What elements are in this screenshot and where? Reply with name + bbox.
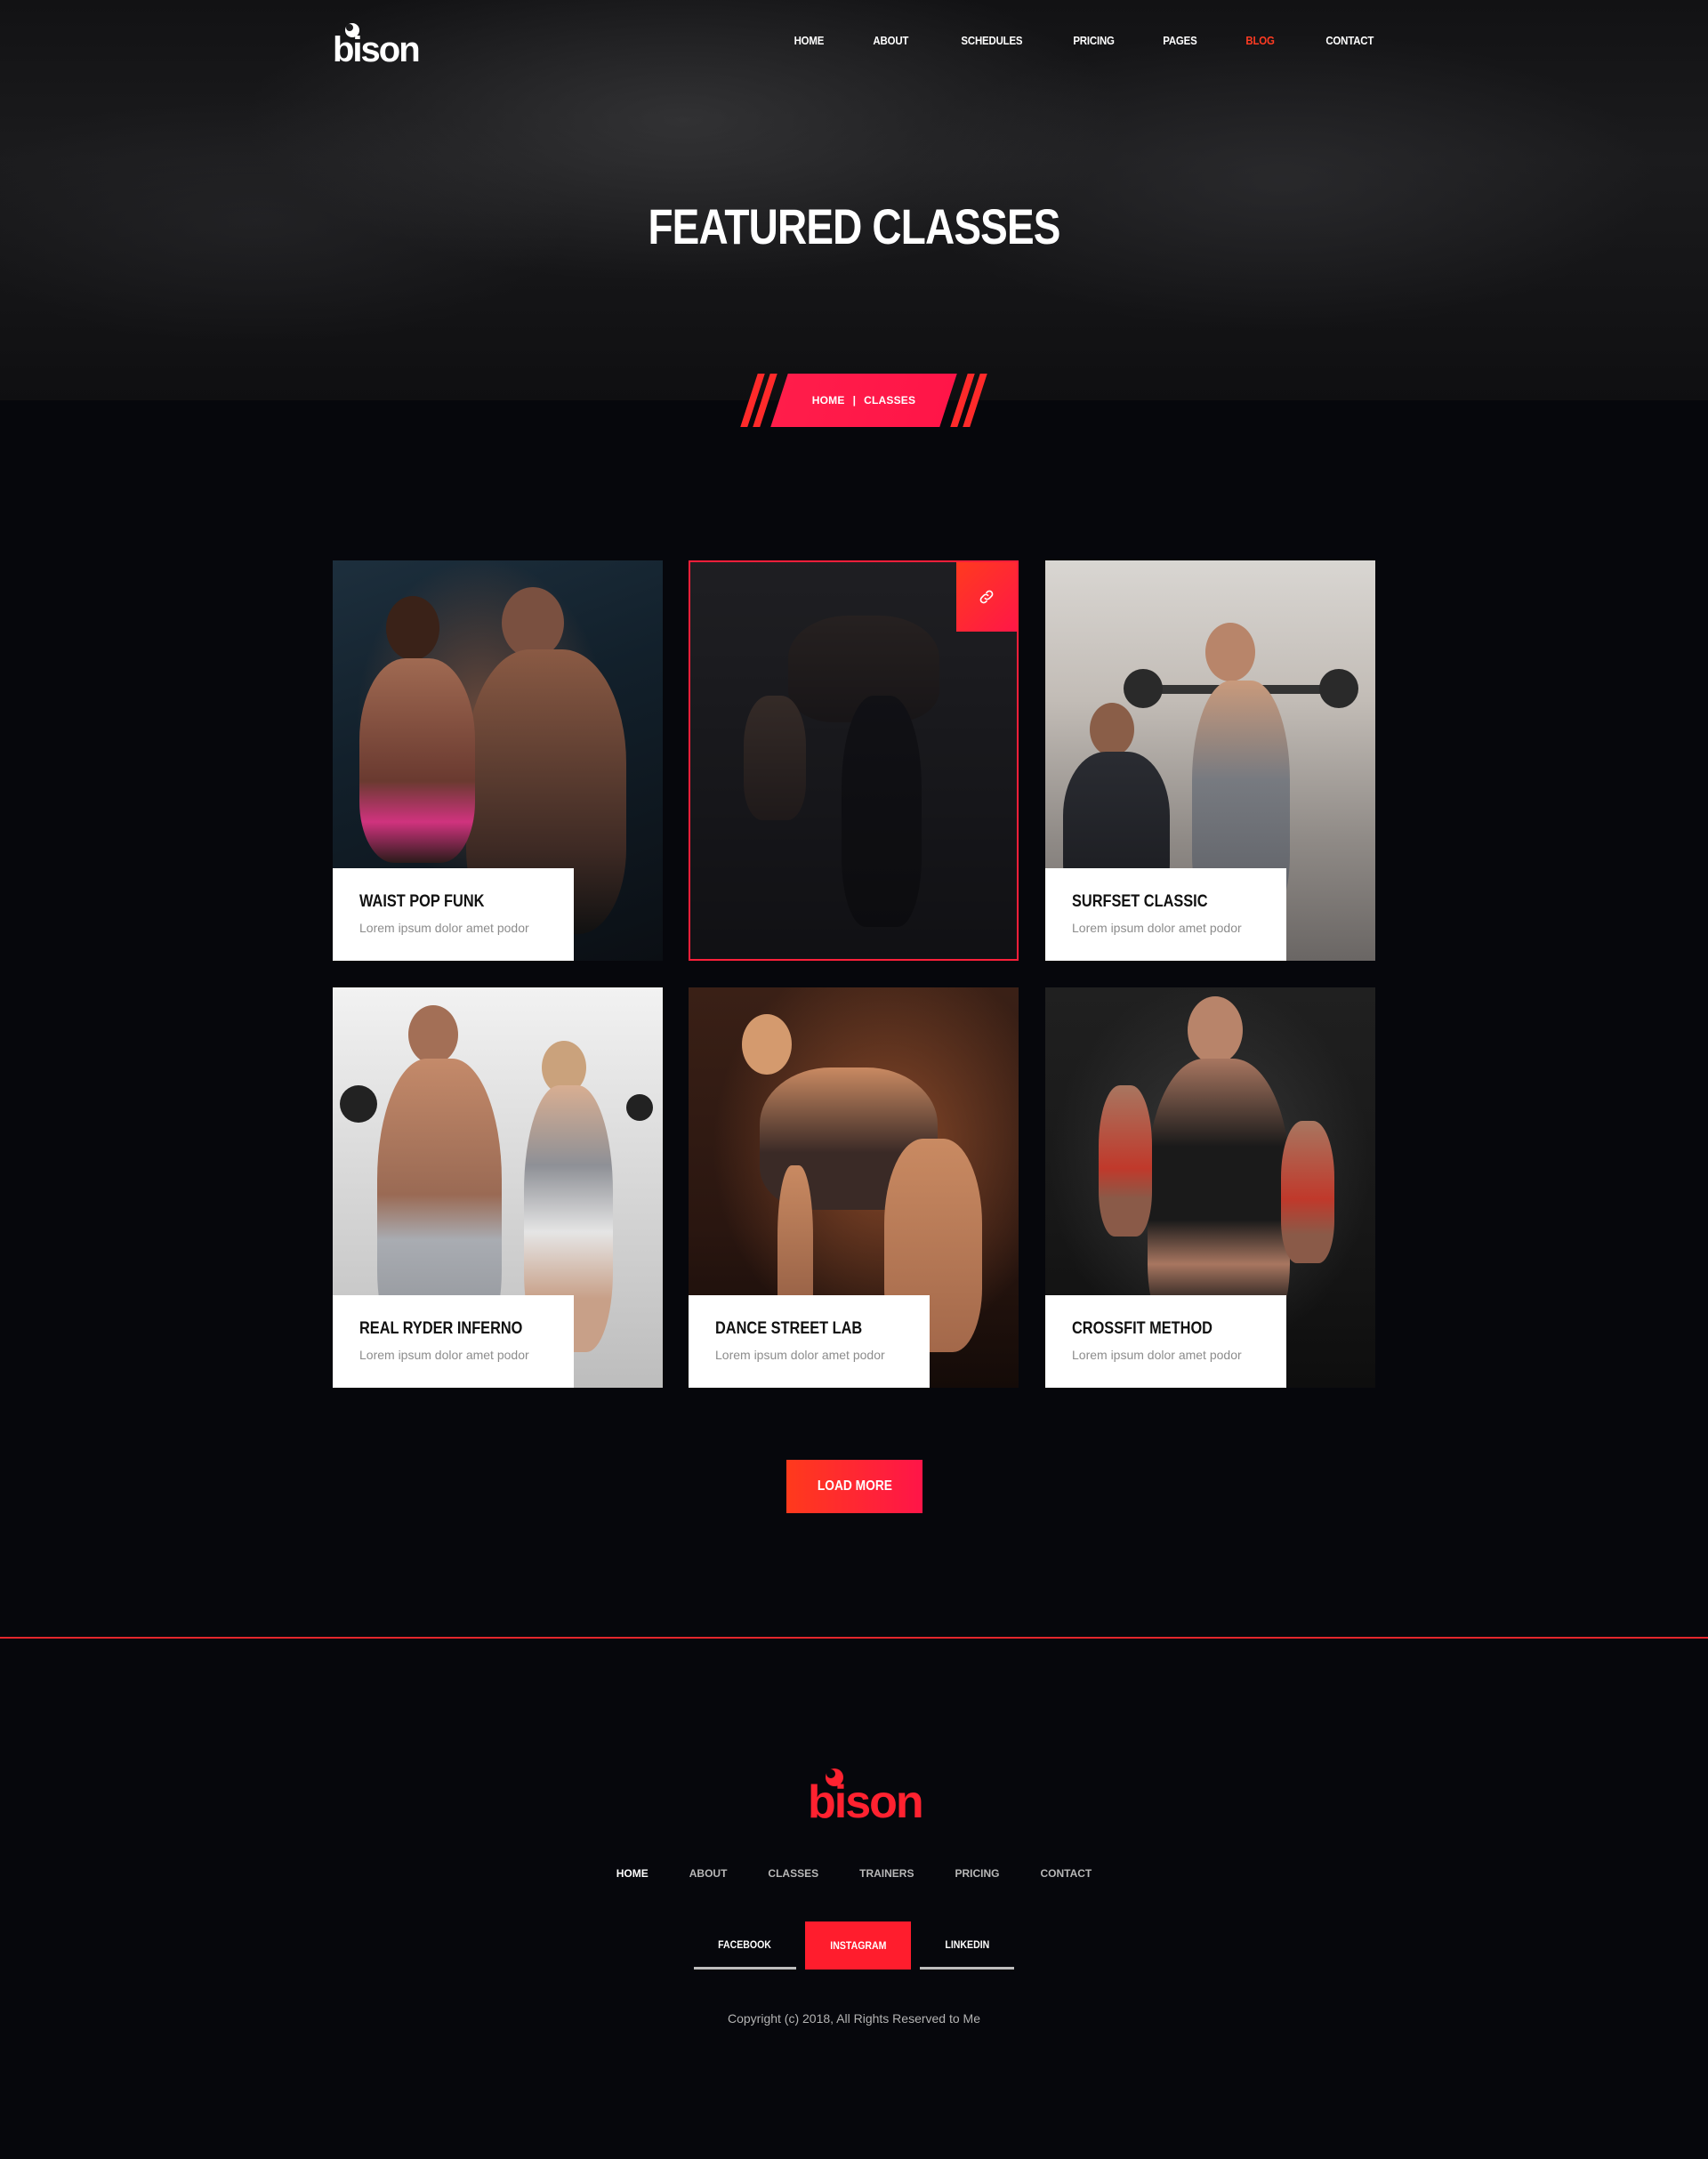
class-card[interactable]: CROSSFIT METHOD Lorem ipsum dolor amet p…: [1045, 987, 1375, 1388]
logo-mark-icon: [345, 23, 359, 37]
breadcrumb-separator: |: [852, 394, 857, 407]
breadcrumb-current: CLASSES: [864, 394, 916, 407]
class-title: DANCE STREET LAB: [715, 1319, 863, 1338]
instagram-label: INSTAGRAM: [829, 1939, 887, 1952]
load-more-button[interactable]: LOAD MORE: [786, 1460, 922, 1513]
breadcrumb-text: HOME | CLASSES: [745, 374, 982, 427]
classes-grid: WAIST POP FUNK Lorem ipsum dolor amet po…: [333, 560, 1375, 1388]
breadcrumb-home-link[interactable]: HOME: [812, 394, 845, 407]
class-card[interactable]: REAL RYDER INFERNO Lorem ipsum dolor ame…: [333, 987, 663, 1388]
class-info: CROSSFIT METHOD Lorem ipsum dolor amet p…: [1045, 1295, 1286, 1388]
nav-about[interactable]: ABOUT: [874, 34, 909, 47]
class-title: CROSSFIT METHOD: [1072, 1319, 1213, 1338]
class-info: DANCE STREET LAB Lorem ipsum dolor amet …: [689, 1295, 930, 1388]
hero-banner: bison HOME ABOUT SCHEDULES PRICING PAGES…: [0, 0, 1708, 400]
footer-nav-trainers[interactable]: TRAINERS: [859, 1867, 914, 1880]
nav-pricing[interactable]: PRICING: [1073, 34, 1115, 47]
footer-nav: HOME ABOUT CLASSES TRAINERS PRICING CONT…: [0, 1867, 1708, 1880]
class-title: WAIST POP FUNK: [359, 892, 485, 911]
logo-mark-icon: [826, 1768, 843, 1786]
class-card[interactable]: SURFSET CLASSIC Lorem ipsum dolor amet p…: [1045, 560, 1375, 961]
facebook-link[interactable]: FACEBOOK: [694, 1921, 796, 1970]
class-card-active[interactable]: [689, 560, 1019, 961]
footer-logo[interactable]: bison: [808, 1768, 924, 1833]
nav-pages[interactable]: PAGES: [1164, 34, 1198, 47]
link-icon[interactable]: [956, 562, 1017, 632]
class-description: Lorem ipsum dolor amet podor: [359, 1348, 529, 1362]
main-nav: HOME ABOUT SCHEDULES PRICING PAGES BLOG …: [745, 34, 1374, 47]
class-card[interactable]: DANCE STREET LAB Lorem ipsum dolor amet …: [689, 987, 1019, 1388]
class-description: Lorem ipsum dolor amet podor: [359, 921, 529, 935]
footer-nav-classes[interactable]: CLASSES: [768, 1867, 818, 1880]
footer-nav-about[interactable]: ABOUT: [689, 1867, 728, 1880]
class-description: Lorem ipsum dolor amet podor: [1072, 921, 1242, 935]
class-title: SURFSET CLASSIC: [1072, 892, 1208, 911]
page-title: FEATURED CLASSES: [648, 198, 1060, 254]
breadcrumb: HOME | CLASSES: [740, 374, 987, 427]
class-description: Lorem ipsum dolor amet podor: [715, 1348, 885, 1362]
footer-divider: [0, 1637, 1708, 1639]
linkedin-link[interactable]: LINKEDIN: [920, 1921, 1014, 1970]
load-more-label: LOAD MORE: [817, 1478, 892, 1494]
class-title: REAL RYDER INFERNO: [359, 1319, 523, 1338]
class-info: REAL RYDER INFERNO Lorem ipsum dolor ame…: [333, 1295, 574, 1388]
class-card[interactable]: WAIST POP FUNK Lorem ipsum dolor amet po…: [333, 560, 663, 961]
nav-blog[interactable]: BLOG: [1245, 34, 1275, 47]
class-info: WAIST POP FUNK Lorem ipsum dolor amet po…: [333, 868, 574, 961]
footer-nav-pricing[interactable]: PRICING: [955, 1867, 999, 1880]
logo-text: bison: [808, 1776, 924, 1828]
social-links: FACEBOOK INSTAGRAM LINKEDIN: [694, 1921, 1014, 1971]
nav-contact[interactable]: CONTACT: [1325, 34, 1374, 47]
footer-nav-home[interactable]: HOME: [616, 1867, 649, 1880]
class-info: SURFSET CLASSIC Lorem ipsum dolor amet p…: [1045, 868, 1286, 961]
nav-schedules[interactable]: SCHEDULES: [962, 34, 1023, 47]
footer-nav-contact[interactable]: CONTACT: [1040, 1867, 1092, 1880]
header-logo[interactable]: bison: [333, 23, 421, 69]
class-description: Lorem ipsum dolor amet podor: [1072, 1348, 1242, 1362]
instagram-link[interactable]: INSTAGRAM: [805, 1921, 911, 1970]
copyright-text: Copyright (c) 2018, All Rights Reserved …: [727, 2011, 980, 2026]
linkedin-label: LINKEDIN: [945, 1937, 989, 1951]
facebook-label: FACEBOOK: [718, 1937, 772, 1951]
nav-home[interactable]: HOME: [794, 34, 824, 47]
